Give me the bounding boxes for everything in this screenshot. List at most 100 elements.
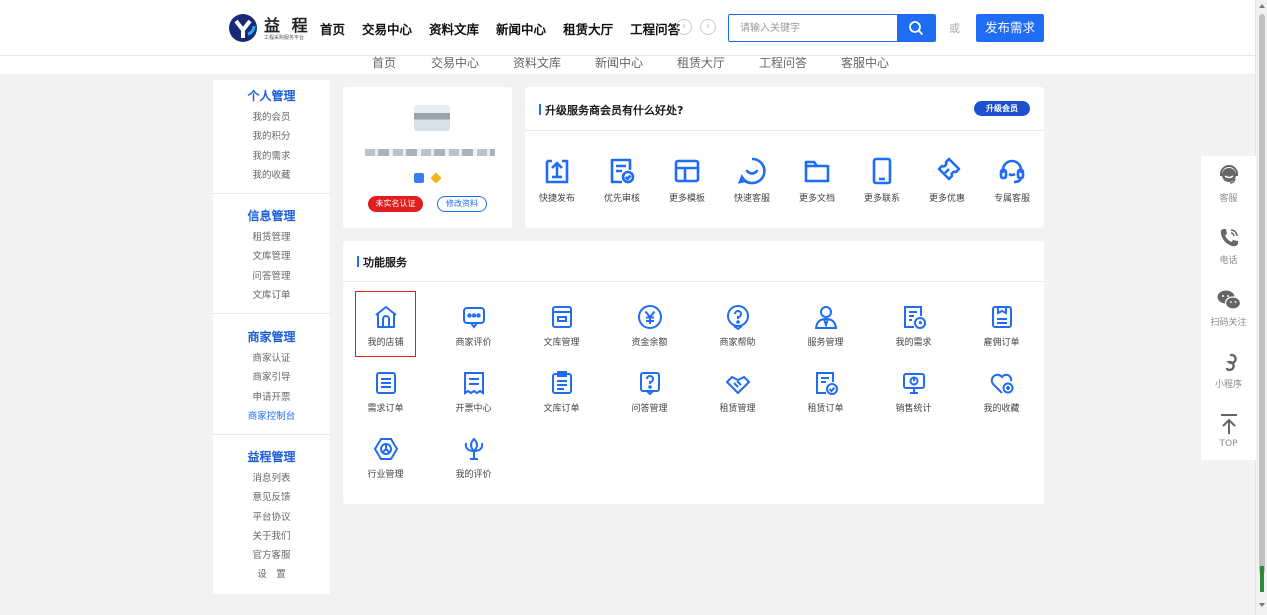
sidebar-item-merchant-console[interactable]: 商家控制台: [213, 407, 330, 426]
publish-demand-button[interactable]: 发布需求: [976, 14, 1044, 42]
qa-icon: [639, 372, 660, 396]
function-my-review[interactable]: 我的评价: [441, 435, 506, 480]
benefit-more-discounts[interactable]: 更多优惠: [922, 155, 972, 204]
benefit-exclusive-service[interactable]: 专属客服: [987, 155, 1037, 204]
benefit-more-contacts[interactable]: 更多联系: [857, 155, 907, 204]
function-library-order[interactable]: 文库订单: [529, 369, 594, 414]
function-lease-manage[interactable]: 租赁管理: [705, 369, 770, 414]
handshake-icon: [725, 376, 750, 394]
subnav-qa[interactable]: 工程问答: [759, 54, 807, 71]
function-sales-stats[interactable]: 销售统计: [881, 369, 946, 414]
function-label: 文库管理: [543, 338, 580, 348]
function-my-favorites[interactable]: 我的收藏: [969, 369, 1034, 414]
service-user-icon: [814, 306, 837, 329]
benefit-quick-publish[interactable]: 快捷发布: [532, 155, 582, 204]
logo-subtitle: 工程采购服务平台: [264, 35, 305, 41]
nav-qa[interactable]: 工程问答: [630, 19, 680, 38]
scroll-thumb[interactable]: [1259, 14, 1265, 574]
panel-divider: [525, 130, 1044, 131]
function-label: 商家帮助: [719, 338, 756, 348]
benefit-label: 优先审核: [603, 194, 640, 204]
sidebar-section-info: 信息管理 租赁管理 文库管理 问答管理 文库订单: [213, 208, 330, 305]
function-industry-manage[interactable]: 行业管理: [353, 435, 418, 480]
nav-next-button[interactable]: ›: [700, 19, 716, 35]
benefit-priority-review[interactable]: 优先审核: [597, 155, 647, 204]
nav-news[interactable]: 新闻中心: [496, 19, 546, 38]
logo-title: 益 程: [264, 16, 311, 35]
function-demand-order[interactable]: 需求订单: [353, 369, 418, 414]
page-scrollbar[interactable]: [1255, 0, 1267, 615]
sidebar-item-qa-manage[interactable]: 问答管理: [213, 267, 330, 286]
function-invoice-center[interactable]: 开票中心: [441, 369, 506, 414]
my-review-icon: [464, 438, 483, 460]
function-fund-balance[interactable]: 资金余额: [617, 303, 682, 348]
sidebar-section-personal: 个人管理 我的会员 我的积分 我的需求 我的收藏: [213, 88, 330, 185]
float-back-to-top[interactable]: TOP: [1201, 412, 1256, 449]
benefit-label: 更多联系: [863, 194, 900, 204]
function-service-manage[interactable]: 服务管理: [793, 303, 858, 348]
subnav-library[interactable]: 资料文库: [513, 54, 561, 71]
arrow-top-icon: [1220, 414, 1237, 434]
benefit-more-templates[interactable]: 更多模板: [662, 155, 712, 204]
sidebar-item-official-service[interactable]: 官方客服: [213, 546, 330, 565]
sidebar-item-merchant-guide[interactable]: 商家引导: [213, 368, 330, 387]
sidebar-item-feedback[interactable]: 意见反馈: [213, 488, 330, 507]
sidebar-item-settings[interactable]: 设 置: [213, 565, 330, 584]
panel-divider: [343, 281, 1044, 282]
search-box: [728, 14, 936, 42]
function-qa-manage[interactable]: 问答管理: [617, 369, 682, 414]
subnav-news[interactable]: 新闻中心: [595, 54, 643, 71]
nav-prev-button[interactable]: ‹: [676, 19, 692, 35]
sidebar-item-library-orders[interactable]: 文库订单: [213, 286, 330, 305]
scroll-up-icon[interactable]: [1259, 4, 1265, 8]
sidebar-item-lease-manage[interactable]: 租赁管理: [213, 228, 330, 247]
sidebar-item-my-favorites[interactable]: 我的收藏: [213, 166, 330, 185]
sidebar-item-points[interactable]: 我的积分: [213, 127, 330, 146]
sidebar-item-my-demand[interactable]: 我的需求: [213, 147, 330, 166]
nav-home[interactable]: 首页: [320, 19, 345, 38]
float-customer-service[interactable]: 客服: [1201, 164, 1256, 204]
function-my-shop[interactable]: 我的店铺: [353, 303, 418, 348]
sidebar-item-invoice-apply[interactable]: 申请开票: [213, 388, 330, 407]
sidebar-item-membership[interactable]: 我的会员: [213, 108, 330, 127]
profile-card: 未实名认证 修改资料: [343, 87, 512, 228]
subnav-lease[interactable]: 租赁大厅: [677, 54, 725, 71]
search-input[interactable]: [729, 15, 897, 41]
sidebar-item-merchant-cert[interactable]: 商家认证: [213, 349, 330, 368]
function-merchant-help[interactable]: 商家帮助: [705, 303, 770, 348]
sidebar-item-agreement[interactable]: 平台协议: [213, 508, 330, 527]
benefit-more-docs[interactable]: 更多文档: [792, 155, 842, 204]
upgrade-member-button[interactable]: 升级会员: [974, 101, 1030, 116]
scroll-down-icon[interactable]: [1259, 603, 1265, 607]
sidebar-item-library-manage[interactable]: 文库管理: [213, 247, 330, 266]
search-button[interactable]: [897, 15, 935, 41]
sidebar-item-messages[interactable]: 消息列表: [213, 469, 330, 488]
function-label: 租赁管理: [719, 404, 756, 414]
function-library-manage[interactable]: 文库管理: [529, 303, 594, 348]
function-hire-order[interactable]: 雇佣订单: [969, 303, 1034, 348]
float-wechat[interactable]: 扫码关注: [1201, 288, 1256, 328]
sidebar-heading: 商家管理: [247, 330, 296, 344]
nav-trade[interactable]: 交易中心: [362, 19, 412, 38]
subnav-trade[interactable]: 交易中心: [431, 54, 479, 71]
subnav-home[interactable]: 首页: [372, 54, 396, 71]
nav-library[interactable]: 资料文库: [429, 19, 479, 38]
unverified-badge[interactable]: 未实名认证: [368, 196, 423, 212]
sidebar-heading: 个人管理: [247, 89, 296, 103]
function-label: 需求订单: [367, 404, 404, 414]
function-my-demand[interactable]: 我的需求: [881, 303, 946, 348]
edit-profile-button[interactable]: 修改资料: [437, 196, 487, 212]
floating-toolbar: 客服 电话 扫码关注 小程序 TOP: [1201, 156, 1256, 460]
float-mini-program[interactable]: 小程序: [1201, 350, 1256, 390]
sidebar-heading: 信息管理: [247, 209, 296, 223]
sidebar-item-about[interactable]: 关于我们: [213, 527, 330, 546]
benefit-quick-service[interactable]: 快速客服: [727, 155, 777, 204]
function-lease-order[interactable]: 租赁订单: [793, 369, 858, 414]
nav-lease[interactable]: 租赁大厅: [563, 19, 613, 38]
function-merchant-review[interactable]: 商家评价: [441, 303, 506, 348]
benefit-label: 更多文档: [798, 194, 835, 204]
subnav-service[interactable]: 客服中心: [841, 54, 889, 71]
float-phone[interactable]: 电话: [1201, 226, 1256, 266]
sidebar-divider: [213, 313, 330, 314]
site-logo[interactable]: 益 程 工程采购服务平台: [228, 12, 313, 46]
